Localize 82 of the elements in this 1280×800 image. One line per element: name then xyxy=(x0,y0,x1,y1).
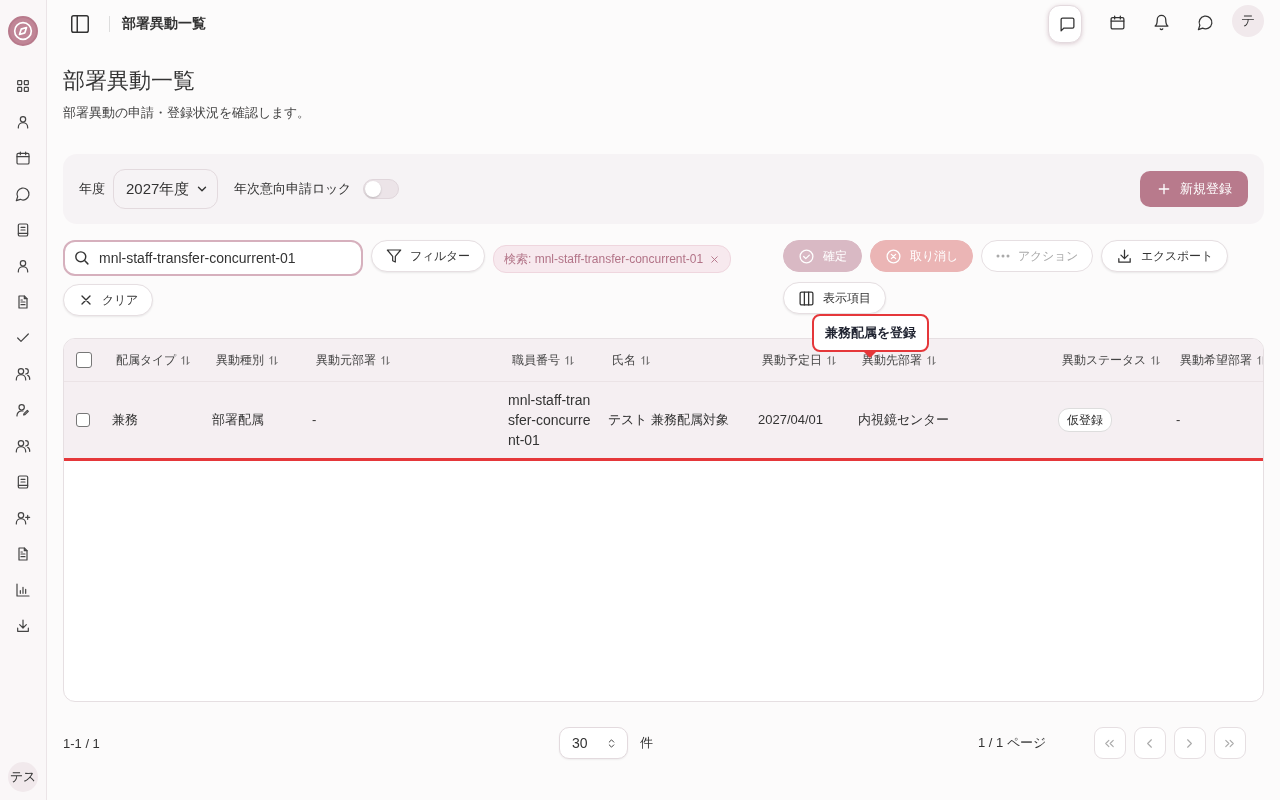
table-cell-text: 内視鏡センター xyxy=(857,411,950,429)
column-header[interactable]: 氏名 xyxy=(596,351,746,369)
message-square-button[interactable] xyxy=(1048,5,1082,43)
plus-icon xyxy=(1156,181,1172,197)
user-avatar[interactable]: テス xyxy=(8,762,38,792)
dots-icon xyxy=(996,254,1010,258)
column-header[interactable]: 異動元部署 xyxy=(300,351,496,369)
year-select[interactable]: 2027年度 xyxy=(113,169,219,209)
document-icon xyxy=(15,474,31,490)
calendar-icon xyxy=(15,150,31,166)
file-icon xyxy=(15,294,31,310)
status-badge: 仮登録 xyxy=(1058,408,1112,432)
sort-icon xyxy=(564,354,575,366)
file-icon xyxy=(15,546,31,562)
calendar-icon xyxy=(1108,13,1126,31)
columns-icon xyxy=(798,289,815,307)
users-icon xyxy=(15,366,31,382)
download-icon xyxy=(1116,247,1133,265)
year-label: 年度 xyxy=(79,180,105,198)
tooltip: 兼務配属を登録 xyxy=(812,314,929,352)
users-icon xyxy=(15,438,31,454)
x-circle-icon xyxy=(885,247,902,265)
sort-icon xyxy=(926,354,937,366)
chat-icon xyxy=(1196,13,1214,31)
up-down-chevron-icon xyxy=(606,737,617,749)
filter-button[interactable]: フィルター xyxy=(371,240,485,272)
chip-label: 検索: mnl-staff-transfer-concurrent-01 xyxy=(504,250,704,268)
download-icon xyxy=(15,618,31,634)
columns-button[interactable]: 表示項目 xyxy=(783,282,886,314)
user-plus-icon xyxy=(15,510,31,526)
column-header[interactable]: 異動先部署 xyxy=(846,351,1046,369)
table-cell-text: - xyxy=(1175,411,1182,429)
page-info: 1 / 1 ページ xyxy=(978,734,1046,752)
export-button[interactable]: エクスポート xyxy=(1101,240,1228,272)
sidebar-toggle-icon xyxy=(69,13,91,35)
table-cell-text: mnl-staff-transfer-concurrent-01 xyxy=(507,391,592,450)
sort-icon xyxy=(380,354,391,366)
search-field[interactable]: mnl-staff-transfer-concurrent-01 xyxy=(63,240,363,276)
table-row[interactable]: 兼務 部署配属 - mnl-staff-transfer-concurrent-01 テスト 兼務配属対象 2027/04/01 内視鏡センター 仮登録 - xyxy=(64,382,1263,461)
select-all-checkbox[interactable] xyxy=(76,352,92,368)
table-cell-text: テスト 兼務配属対象 xyxy=(607,411,730,429)
document-icon xyxy=(15,222,31,238)
table-cell-text: 2027/04/01 xyxy=(757,411,825,429)
column-header[interactable]: 異動予定日 xyxy=(746,351,846,369)
page-title: 部署異動一覧 xyxy=(63,67,196,95)
search-icon xyxy=(73,249,90,266)
table-cell-text: 兼務 xyxy=(111,411,139,429)
result-range: 1-1 / 1 xyxy=(63,735,101,751)
column-header[interactable]: 異動希望部署 xyxy=(1164,351,1263,369)
column-header[interactable]: 職員番号 xyxy=(496,351,596,369)
close-icon xyxy=(709,253,721,265)
page-size-select[interactable]: 30 xyxy=(559,727,628,759)
sort-icon xyxy=(826,354,837,366)
page-size-unit: 件 xyxy=(640,734,654,752)
compass-icon xyxy=(13,21,33,41)
column-header[interactable]: 異動ステータス xyxy=(1046,351,1164,369)
lock-toggle[interactable] xyxy=(363,179,400,199)
table-cell-text: - xyxy=(311,411,318,429)
bar-chart-icon xyxy=(15,582,31,598)
chat-icon xyxy=(15,186,31,202)
page-subtitle: 部署異動の申請・登録状況を確認します。 xyxy=(63,104,311,122)
user-edit-icon xyxy=(15,402,31,418)
user-icon xyxy=(15,114,31,130)
filter-icon xyxy=(386,248,402,264)
sort-icon xyxy=(268,354,279,366)
sort-icon xyxy=(1150,354,1161,366)
check-circle-icon xyxy=(798,247,815,265)
sort-icon xyxy=(180,354,191,366)
breadcrumb-title: 部署異動一覧 xyxy=(122,15,206,33)
row-checkbox[interactable] xyxy=(76,413,90,427)
chip-remove-button[interactable] xyxy=(709,253,721,265)
column-header[interactable]: 配属タイプ xyxy=(100,351,200,369)
user-icon xyxy=(15,258,31,274)
column-header[interactable]: 異動種別 xyxy=(200,351,300,369)
app-logo[interactable] xyxy=(8,16,38,46)
sort-icon xyxy=(640,354,651,366)
bell-icon xyxy=(1152,13,1170,31)
lock-label: 年次意向申請ロック xyxy=(234,180,352,198)
table-cell-text: 部署配属 xyxy=(211,411,265,429)
grid-icon xyxy=(15,78,31,94)
user-avatar[interactable]: テ xyxy=(1232,5,1264,37)
clear-button[interactable]: クリア xyxy=(63,284,153,316)
